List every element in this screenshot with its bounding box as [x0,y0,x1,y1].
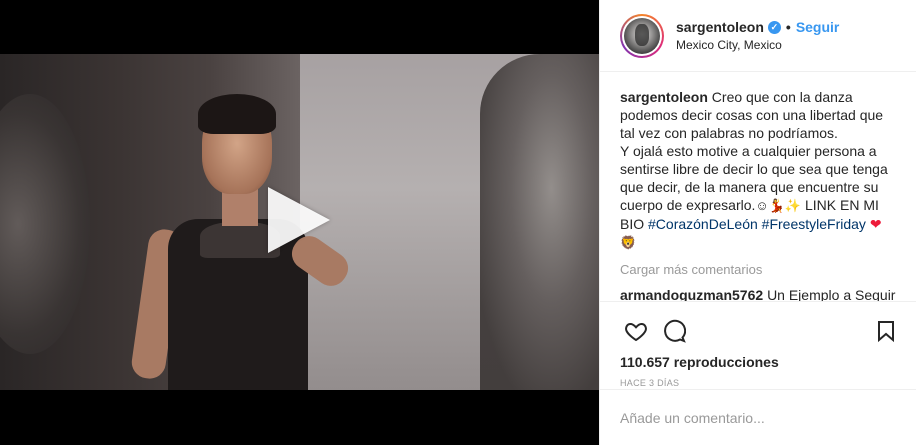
post-timestamp[interactable]: HACE 3 DÍAS [600,378,916,388]
comment-text: Un Ejemplo a Seguir [767,287,896,302]
video-player[interactable] [0,0,599,445]
view-count: 110.657 reproducciones [620,354,779,370]
instagram-post: sargentoleon ✓ • Seguir Mexico City, Mex… [0,0,916,445]
action-bar [600,308,916,354]
comment-username[interactable]: armandoguzman5762 [620,287,763,301]
caption: sargentoleon Creo que con la danza podem… [620,88,896,252]
left-statue [0,94,90,354]
hashtag-link[interactable]: #FreestyleFriday [762,216,866,232]
heart-emoji-icon: ❤ [869,216,882,232]
like-heart-icon[interactable] [622,317,650,345]
comment-input[interactable] [620,409,896,426]
comments-section: sargentoleon Creo que con la danza podem… [600,72,916,302]
bookmark-icon[interactable] [872,317,900,345]
smile-emoji-icon: ☺ [755,198,769,213]
verified-badge-icon: ✓ [767,20,781,34]
avatar[interactable] [620,13,664,58]
comment-item: armandoguzman5762 Un Ejemplo a Seguir [620,287,896,302]
caption-username[interactable]: sargentoleon [620,89,708,105]
load-more-comments-button[interactable]: Cargar más comentarios [620,262,896,277]
location-link[interactable]: Mexico City, Mexico [676,38,839,52]
post-side-panel: sargentoleon ✓ • Seguir Mexico City, Mex… [599,0,916,445]
avatar-image [624,17,660,54]
hashtag-link[interactable]: #CorazónDeLeón [648,216,758,232]
sparkles-emoji-icon: ✨ [784,198,802,213]
play-icon[interactable] [268,187,330,253]
username-link[interactable]: sargentoleon [676,19,764,35]
follow-button[interactable]: Seguir [796,19,840,35]
right-statue [480,54,599,390]
post-header: sargentoleon ✓ • Seguir Mexico City, Mex… [600,0,916,72]
dancer-emoji-icon: 💃 [768,198,785,213]
lion-emoji-icon: 🦁 [620,235,637,250]
comment-bubble-icon[interactable] [660,317,688,345]
dancer-hair [198,94,276,134]
add-comment-bar [600,389,916,445]
separator-dot: • [785,19,791,35]
